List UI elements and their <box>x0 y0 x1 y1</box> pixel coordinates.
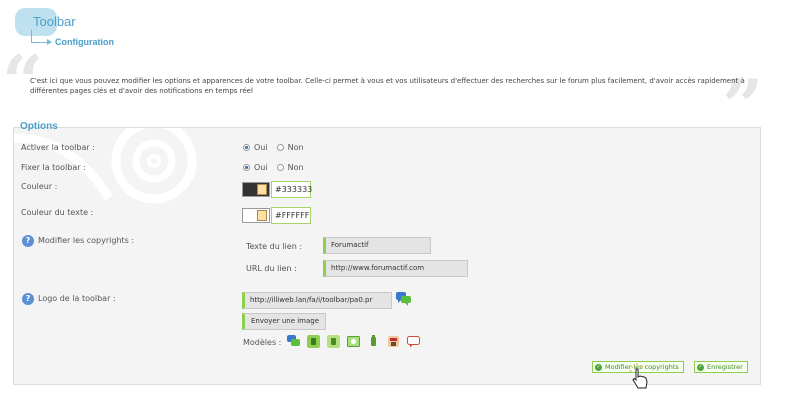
link-text-label: Texte du lien : <box>246 242 303 251</box>
model-android-light-icon[interactable] <box>327 335 340 348</box>
text-color-label: Couleur du texte : <box>21 208 94 217</box>
color-label: Couleur : <box>21 182 58 191</box>
models-row <box>287 335 427 348</box>
save-button[interactable]: ✓ Enregistrer <box>694 361 748 373</box>
save-label: Enregistrer <box>707 363 743 371</box>
fix-yes-label[interactable]: Oui <box>254 163 268 172</box>
page-title: Toolbar <box>33 14 76 29</box>
logo-help-icon[interactable]: ? <box>22 293 34 305</box>
options-legend: Options <box>20 121 58 132</box>
check-icon: ✓ <box>697 363 704 371</box>
model-speech-bubble-icon[interactable] <box>407 335 420 348</box>
fix-yes-radio[interactable] <box>243 164 250 171</box>
page-description: C'est ici que vous pouvez modifier les o… <box>30 77 745 95</box>
activate-yes-radio[interactable] <box>243 144 250 151</box>
text-color-picker-icon <box>257 210 267 221</box>
copyrights-label: Modifier les copyrights : <box>38 236 135 245</box>
activate-toolbar-radios: Oui Non <box>243 143 313 152</box>
logo-label: Logo de la toolbar : <box>38 294 116 303</box>
upload-image-button[interactable]: Envoyer une image <box>242 313 327 330</box>
activate-no-radio[interactable] <box>276 144 284 151</box>
link-url-input[interactable]: http://www.forumactif.com <box>323 260 468 277</box>
subtitle-arrow-icon <box>47 39 52 45</box>
text-color-swatch[interactable] <box>242 208 270 223</box>
activate-yes-label[interactable]: Oui <box>254 143 268 152</box>
fix-no-radio[interactable] <box>276 164 284 171</box>
model-android-small-icon[interactable] <box>367 335 380 348</box>
color-swatch[interactable] <box>242 182 270 197</box>
page-subtitle: Configuration <box>55 37 114 47</box>
logo-url-input[interactable]: http://illiweb.lan/fa/i/toolbar/pa0.pr <box>242 292 392 309</box>
color-picker-icon <box>257 184 267 195</box>
logo-preview-chat-icon <box>396 292 411 306</box>
hand-cursor-icon <box>629 363 648 389</box>
text-color-input[interactable]: #FFFFFF <box>271 207 311 224</box>
copyrights-help-icon[interactable]: ? <box>22 235 34 247</box>
fix-toolbar-radios: Oui Non <box>243 163 313 172</box>
models-label: Modèles : <box>243 338 282 347</box>
check-icon: ✓ <box>595 363 602 371</box>
activate-toolbar-label: Activer la toolbar : <box>21 143 95 152</box>
color-input[interactable]: #333333 <box>271 181 312 198</box>
activate-no-label[interactable]: Non <box>288 143 304 152</box>
model-picture-frame-icon[interactable] <box>347 335 360 348</box>
model-chat-bubbles-icon[interactable] <box>287 335 300 348</box>
link-text-input[interactable]: Forumactif <box>323 237 431 254</box>
fix-toolbar-label: Fixer la toolbar : <box>21 163 86 172</box>
fix-no-label[interactable]: Non <box>288 163 304 172</box>
link-url-label: URL du lien : <box>246 264 297 273</box>
model-character-icon[interactable] <box>387 335 400 348</box>
model-android-green-icon[interactable] <box>307 335 320 348</box>
